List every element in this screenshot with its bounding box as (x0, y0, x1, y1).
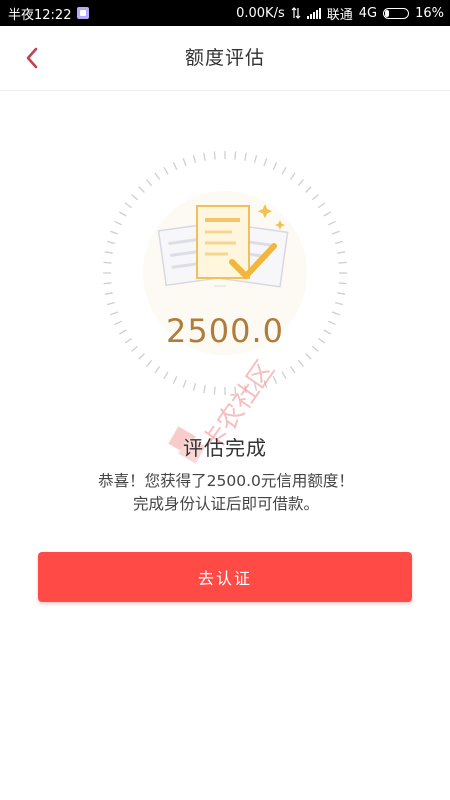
dial-tick (305, 353, 312, 360)
dial-tick (154, 366, 161, 374)
data-transfer-icon (291, 7, 301, 19)
dial-tick (253, 382, 258, 392)
dial-tick (106, 240, 116, 245)
credit-amount: 2500.0 (166, 312, 284, 350)
page-title: 额度评估 (184, 47, 265, 69)
dial-tick (213, 151, 216, 160)
dial-tick (323, 211, 331, 217)
dial-tick (338, 282, 347, 285)
dial-tick (203, 152, 206, 161)
dial-tick (331, 230, 340, 235)
dial-tick (114, 220, 122, 226)
nav-bar: 额度评估 (0, 26, 450, 91)
dial-tick (281, 167, 287, 175)
dial-tick (263, 379, 268, 388)
status-bar: 半夜12:22 0.00K/s 联通 4G 16% (0, 0, 450, 26)
dial-tick (281, 371, 287, 379)
dial-tick (172, 162, 178, 170)
dial-tick (104, 292, 113, 295)
verify-identity-button[interactable]: 去认证 (38, 552, 412, 602)
status-left: 半夜12:22 (8, 4, 90, 23)
dial-tick (263, 158, 268, 167)
dial-tick (182, 379, 187, 388)
dial-tick (289, 172, 296, 180)
dial-tick (234, 386, 237, 395)
dial-tick (163, 371, 169, 379)
carrier-name: 联通 (326, 7, 353, 23)
status-time: 半夜12:22 (8, 7, 72, 23)
dial-tick (318, 202, 326, 209)
dial-tick (234, 151, 237, 160)
dial-tick (110, 230, 119, 235)
dial-tick (213, 386, 216, 395)
dial-tick (244, 385, 247, 394)
dial-tick (311, 194, 319, 201)
signal-icon (306, 7, 321, 19)
dial-tick (103, 261, 112, 264)
dial-tick (203, 385, 206, 394)
network-speed: 0.00K/s (236, 5, 285, 21)
credit-message: 恭喜！您获得了2500.0元信用额度！完成身份认证后即可借款。 (98, 472, 354, 513)
dial-tick (163, 167, 169, 175)
dial-tick (272, 162, 278, 170)
dial-tick (337, 292, 346, 295)
dial-tick (297, 359, 304, 367)
credit-dial (103, 151, 347, 395)
dial-tick (154, 172, 161, 180)
dial-tick (289, 366, 296, 374)
dial-tick (192, 382, 197, 392)
dial-tick (131, 194, 139, 201)
dial-tick (337, 251, 346, 254)
dial-tick (192, 154, 197, 164)
battery-percent: 16% (415, 5, 444, 21)
dial-tick (297, 179, 304, 187)
dial-tick (334, 301, 344, 306)
dial-tick (272, 376, 278, 384)
dial-tick (146, 359, 153, 367)
dial-tick (119, 211, 127, 217)
status-right: 0.00K/s 联通 4G 16% (236, 4, 444, 23)
dial-tick (146, 179, 153, 187)
network-type: 4G (358, 5, 378, 21)
dial-tick (305, 186, 312, 193)
gallery-notification-icon (77, 7, 90, 19)
evaluation-status: 评估完成 (183, 436, 267, 460)
dial-tick (103, 282, 112, 285)
dial-tick (338, 261, 347, 264)
dial-tick (253, 154, 258, 164)
dial-tick (138, 353, 145, 360)
dial-tick (182, 158, 187, 167)
dial-tick (104, 251, 113, 254)
dial-tick (244, 152, 247, 161)
dial-tick (124, 202, 132, 209)
dial-tick (328, 220, 336, 226)
dial-tick (106, 301, 116, 306)
dial-tick (334, 240, 344, 245)
dial-tick (138, 186, 145, 193)
battery-icon (383, 7, 410, 19)
dial-tick (172, 376, 178, 384)
